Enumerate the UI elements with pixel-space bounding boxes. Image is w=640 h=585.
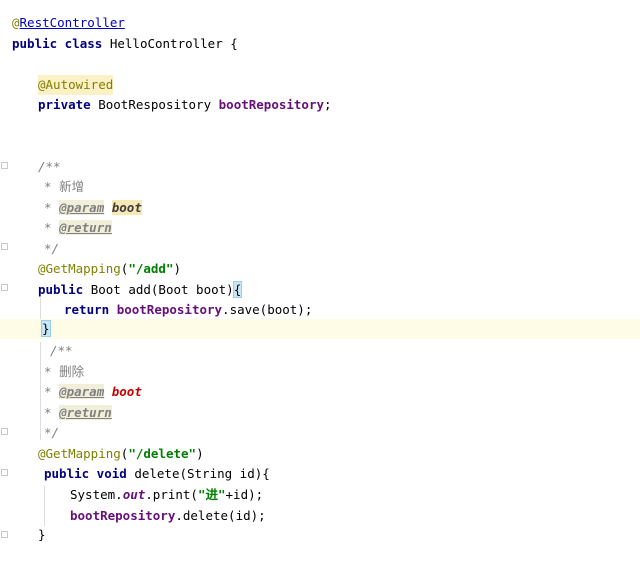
keyword: private — [38, 97, 91, 112]
code-line[interactable]: public void delete(String id){ — [0, 464, 640, 484]
keyword: public — [38, 282, 84, 297]
closing-brace: } — [38, 527, 46, 542]
static-field: out — [122, 487, 146, 502]
doc-comment-close: */ — [44, 241, 60, 256]
doc-param-name: boot — [111, 384, 142, 399]
code-line[interactable]: private BootRespository bootRepository; — [0, 95, 640, 115]
keyword: public void — [44, 466, 127, 481]
current-line[interactable]: } — [0, 319, 640, 339]
code-line[interactable]: /** — [0, 157, 640, 177]
code-line[interactable]: @Autowired — [0, 75, 640, 95]
brace: { — [230, 36, 238, 51]
annotation-get-mapping: @GetMapping — [38, 446, 121, 461]
doc-comment-open: /** — [50, 343, 73, 358]
field-type: BootRespository — [98, 97, 212, 112]
method-signature: delete(String id){ — [134, 466, 270, 481]
class-name: HelloController — [109, 36, 223, 51]
doc-return-tag: @return — [59, 220, 112, 235]
code-line[interactable]: * 新增 — [0, 177, 640, 197]
matched-brace: { — [232, 281, 243, 298]
doc-comment-open: /** — [38, 159, 61, 174]
class-ref: System. — [70, 487, 123, 502]
field-name: bootRepository — [218, 97, 324, 112]
code-editor[interactable]: @RestController public class HelloContro… — [0, 0, 640, 544]
keyword: public class — [12, 36, 103, 51]
field-name: bootRepository — [70, 508, 176, 523]
code-line[interactable]: * @param boot — [0, 382, 640, 402]
code-line[interactable]: @GetMapping("/delete") — [0, 444, 640, 464]
code-line[interactable]: public Boot add(Boot boot){ — [0, 280, 640, 300]
doc-comment-close: */ — [44, 425, 60, 440]
code-line[interactable]: */ — [0, 423, 640, 443]
code-line[interactable]: @RestController — [0, 13, 640, 33]
doc-description: 删除 — [59, 364, 85, 379]
code-line[interactable]: bootRepository.delete(id); — [0, 506, 640, 526]
doc-param-tag: @param — [59, 200, 105, 215]
string-literal: "/add" — [128, 261, 174, 276]
field-name: bootRepository — [116, 302, 223, 317]
code-line[interactable]: * @return — [0, 218, 640, 238]
code-line[interactable]: System.out.print("进"+id); — [0, 485, 640, 505]
code-line[interactable]: * @param boot — [0, 198, 640, 218]
doc-return-tag: @return — [59, 405, 112, 420]
string-literal: 进 — [205, 487, 218, 502]
code-line[interactable]: public class HelloController { — [0, 34, 640, 54]
code-line[interactable]: @GetMapping("/add") — [0, 259, 640, 279]
doc-description: 新增 — [59, 179, 85, 194]
matched-brace: } — [41, 320, 51, 337]
annotation-get-mapping: @GetMapping — [38, 261, 121, 276]
code-line[interactable]: /** — [0, 341, 640, 361]
code-line[interactable]: * @return — [0, 403, 640, 423]
doc-param-name: boot — [111, 200, 142, 215]
keyword: return — [64, 302, 110, 317]
string-literal: "/delete" — [128, 446, 197, 461]
code-line[interactable]: } — [0, 525, 640, 545]
doc-param-tag: @param — [59, 384, 105, 399]
annotation-autowired: @Autowired — [38, 75, 114, 95]
code-line[interactable]: */ — [0, 239, 640, 259]
code-line[interactable]: * 删除 — [0, 362, 640, 382]
code-line[interactable]: return bootRepository.save(boot); — [0, 300, 640, 320]
annotation-rest-controller[interactable]: @RestController — [12, 13, 125, 33]
method-signature: Boot add(Boot boot) — [90, 282, 234, 297]
